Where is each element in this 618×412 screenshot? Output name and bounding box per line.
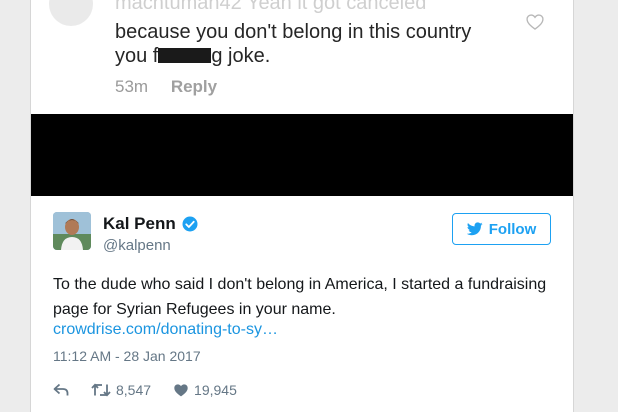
- twitter-bird-icon: [466, 222, 483, 236]
- like-action[interactable]: 19,945: [173, 382, 237, 398]
- tweet-author-handle[interactable]: @kalpenn: [103, 237, 171, 254]
- like-count: 19,945: [194, 382, 237, 398]
- instagram-comment: machtuman42 Yeah it got canceled because…: [31, 0, 573, 114]
- embedded-tweet: Kal Penn @kalpenn Follow To the dude who…: [31, 196, 573, 412]
- redaction-bar: [158, 48, 212, 63]
- comment-meta: 53m Reply: [115, 77, 217, 97]
- follow-button[interactable]: Follow: [452, 213, 551, 245]
- tweet-actions: 8,547 19,945: [53, 382, 259, 398]
- screenshot-frame: machtuman42 Yeah it got canceled because…: [30, 0, 574, 412]
- avatar[interactable]: [53, 212, 91, 250]
- author-name: Kal Penn: [103, 214, 176, 233]
- follow-label: Follow: [488, 220, 537, 238]
- reply-arrow-icon: [53, 383, 69, 396]
- retweet-icon: [91, 383, 111, 397]
- tweet-author-name[interactable]: Kal Penn: [103, 214, 199, 234]
- comment-time: 53m: [115, 77, 149, 96]
- comment-line-1: because you don't belong in this country: [115, 21, 472, 43]
- black-separator-bar: [31, 114, 573, 196]
- tweet-timestamp[interactable]: 11:12 AM - 28 Jan 2017: [53, 348, 201, 364]
- reply-action[interactable]: [53, 383, 69, 397]
- tweet-link[interactable]: crowdrise.com/donating-to-sy…: [53, 321, 278, 339]
- comment-text: because you don't belong in this country…: [115, 20, 515, 68]
- heart-icon: [174, 384, 188, 397]
- retweet-count: 8,547: [116, 382, 152, 398]
- retweet-action[interactable]: 8,547: [91, 382, 151, 398]
- tweet-text: To the dude who said I don't belong in A…: [53, 276, 547, 318]
- reply-button[interactable]: Reply: [171, 77, 217, 96]
- commenter-avatar[interactable]: [49, 0, 93, 26]
- comment-line-2-prefix: you f: [115, 45, 159, 67]
- faded-previous-comment: machtuman42 Yeah it got canceled: [115, 0, 427, 14]
- comment-line-2-suffix: g joke.: [211, 45, 271, 67]
- heart-outline-icon[interactable]: [525, 12, 545, 32]
- verified-badge-icon: [182, 216, 198, 232]
